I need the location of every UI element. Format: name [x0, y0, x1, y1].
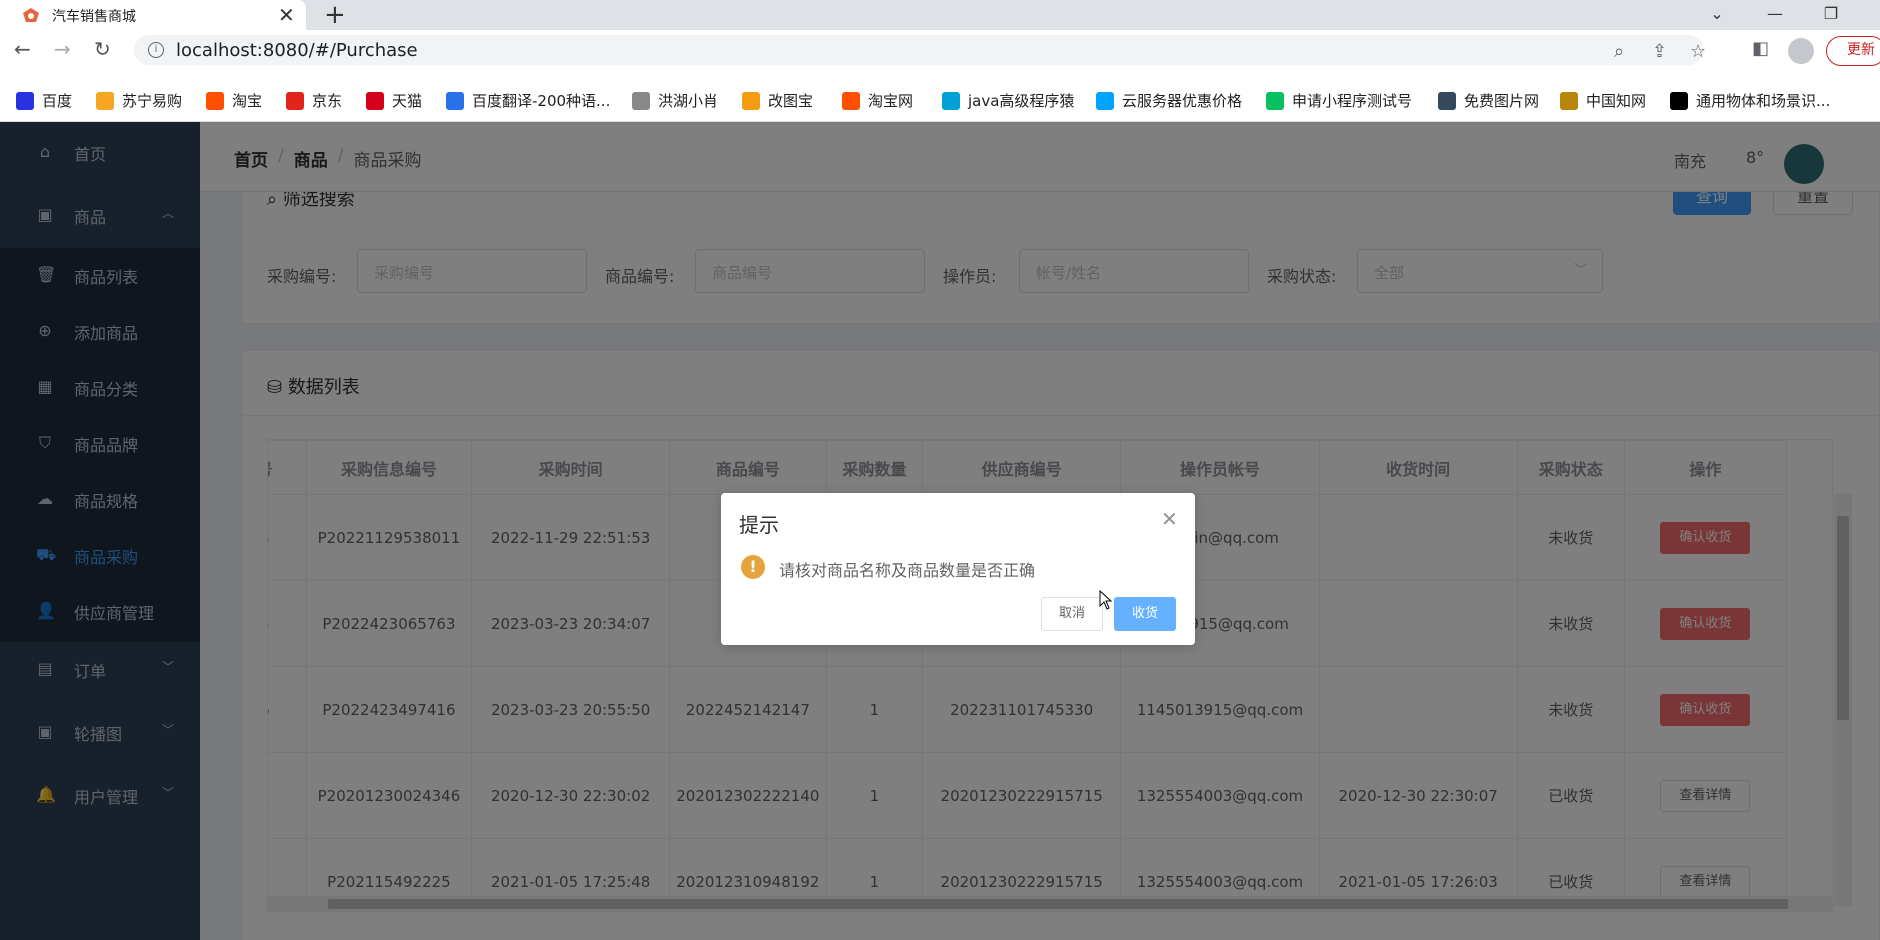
- bookmarks-bar: 百度 苏宁易购 淘宝 京东 天猫 百度翻译-200种语... 洪湖小肖 改图宝 …: [0, 82, 1880, 122]
- bookmark-item[interactable]: 百度翻译-200种语...: [446, 90, 610, 111]
- profile-avatar[interactable]: [1788, 38, 1814, 64]
- bookmark-item[interactable]: 改图宝: [742, 90, 813, 111]
- bookmark-icon: [286, 91, 304, 110]
- bookmark-icon: [742, 91, 760, 110]
- bookmark-item[interactable]: 通用物体和场景识...: [1670, 90, 1830, 111]
- minimize-icon[interactable]: —: [1752, 0, 1798, 30]
- restore-icon[interactable]: ❐: [1808, 0, 1854, 30]
- bookmark-item[interactable]: 云服务器优惠价格: [1096, 90, 1242, 111]
- url-text[interactable]: localhost:8080/#/Purchase: [176, 40, 418, 61]
- bookmark-icon: [1438, 91, 1456, 110]
- back-icon[interactable]: ←: [14, 37, 31, 61]
- bookmark-item[interactable]: 申请小程序测试号: [1266, 90, 1412, 111]
- bookmark-item[interactable]: 苏宁易购: [96, 90, 182, 111]
- tab-search-icon[interactable]: ⌄: [1694, 0, 1740, 30]
- dialog-message: 请核对商品名称及商品数量是否正确: [779, 561, 1036, 580]
- browser-tab-strip: 汽车销售商城 ✕ + ⌄ — ❐: [0, 0, 1880, 30]
- bookmark-icon: [1670, 91, 1688, 110]
- browser-tab[interactable]: 汽车销售商城 ✕: [0, 0, 306, 30]
- bookmark-icon: [446, 91, 464, 110]
- app-logo-icon: [23, 8, 39, 22]
- bookmark-item[interactable]: 百度: [16, 90, 72, 111]
- bookmark-item[interactable]: 淘宝: [206, 90, 262, 111]
- tab-title: 汽车销售商城: [52, 9, 136, 25]
- warning-icon: !: [741, 555, 765, 579]
- update-button[interactable]: 更新: [1826, 36, 1880, 66]
- bookmark-icon: [1266, 91, 1284, 110]
- bookmark-item[interactable]: java高级程序猿: [942, 90, 1074, 111]
- site-info-icon[interactable]: i: [148, 42, 164, 58]
- bookmark-icon: [366, 91, 384, 110]
- mouse-cursor-icon: [1099, 590, 1113, 610]
- star-icon[interactable]: ☆: [1690, 41, 1706, 62]
- bookmark-icon: [206, 91, 224, 110]
- dialog-title: 提示: [739, 513, 779, 537]
- side-panel-icon[interactable]: ◧: [1752, 38, 1769, 59]
- address-bar: ← → ↻ i localhost:8080/#/Purchase ⌕ ⇪ ☆ …: [0, 30, 1880, 70]
- bookmark-item[interactable]: 天猫: [366, 90, 422, 111]
- bookmark-icon: [1096, 91, 1114, 110]
- confirm-button[interactable]: 收货: [1114, 597, 1176, 631]
- close-icon[interactable]: ✕: [1161, 507, 1178, 531]
- share-icon[interactable]: ⇪: [1652, 41, 1667, 62]
- forward-icon[interactable]: →: [54, 37, 71, 61]
- bookmark-icon: [942, 91, 960, 110]
- bookmark-item[interactable]: 淘宝网: [842, 90, 913, 111]
- zoom-icon[interactable]: ⌕: [1614, 41, 1624, 62]
- bookmark-item[interactable]: 中国知网: [1560, 90, 1646, 111]
- bookmark-icon: [96, 91, 114, 110]
- confirm-dialog: 提示 ✕ ! 请核对商品名称及商品数量是否正确 取消 收货: [721, 493, 1195, 645]
- omnibox[interactable]: i localhost:8080/#/Purchase ⌕ ⇪ ☆: [134, 35, 1706, 65]
- reload-icon[interactable]: ↻: [94, 37, 111, 61]
- bookmark-icon: [842, 91, 860, 110]
- bookmark-icon: [632, 91, 650, 110]
- new-tab-icon[interactable]: +: [324, 0, 346, 30]
- close-tab-icon[interactable]: ✕: [278, 3, 295, 27]
- bookmark-item[interactable]: 免费图片网: [1438, 90, 1539, 111]
- cancel-button[interactable]: 取消: [1041, 597, 1103, 631]
- bookmark-icon: [1560, 91, 1578, 110]
- bookmark-icon: [16, 91, 34, 110]
- bookmark-item[interactable]: 洪湖小肖: [632, 90, 718, 111]
- bookmark-item[interactable]: 京东: [286, 90, 342, 111]
